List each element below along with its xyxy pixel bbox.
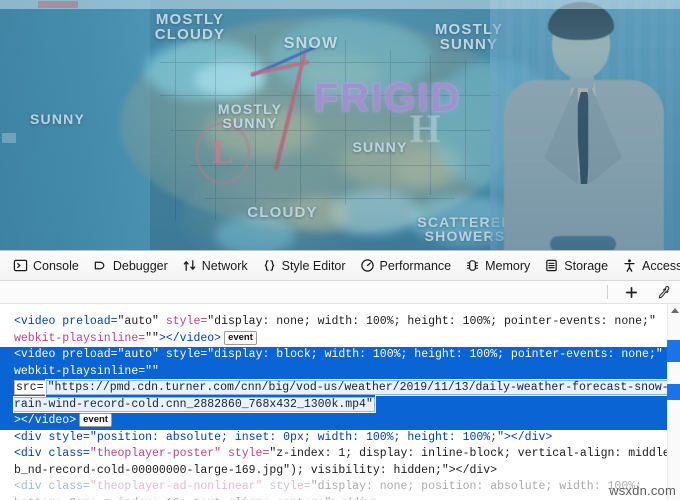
scroll-up-arrow-icon[interactable]: [671, 308, 679, 313]
code-value: "auto": [117, 348, 159, 361]
weather-label-sunny-west: SUNNY: [29, 111, 85, 127]
code-value: "auto": [117, 315, 159, 328]
devtools-toolbar: Console Debugger Network Style Editor Pe…: [0, 251, 680, 281]
src-attribute-value-editor[interactable]: "https://pmd.cdn.turner.com/cnn/big/vod-…: [13, 379, 670, 413]
src-attribute-name[interactable]: src=: [14, 380, 46, 395]
weather-presenter: [490, 0, 680, 250]
scroll-highlight-mark: [667, 384, 680, 400]
weather-label-mostly-cloudy: MOSTLY CLOUDY: [154, 11, 226, 44]
broadcast-logo-tab: [38, 1, 78, 8]
performance-icon: [360, 258, 375, 273]
code-attr: webkit-playsinline=: [14, 364, 146, 378]
text-caret: [374, 396, 376, 408]
tab-label: Performance: [379, 258, 452, 273]
markup-subtoolbar: [0, 281, 680, 304]
map-low-pressure-marker: L: [196, 122, 250, 184]
browser-window: L H MOSTLY CLOUDY SNOW MOSTLY SUNNY MOST…: [0, 0, 680, 500]
code-attr: webkit-playsinline=: [14, 331, 146, 345]
code-row-div-absolute[interactable]: <div style="position: absolute; inset: 0…: [0, 430, 680, 447]
event-badge[interactable]: event: [224, 330, 257, 345]
code-text: <div style="position: absolute; inset: 0…: [14, 430, 553, 444]
toolbar-divider: [607, 285, 608, 299]
tab-label: Console: [33, 258, 79, 273]
code-tag: ></video>: [158, 331, 222, 345]
tab-debugger[interactable]: Debugger: [86, 252, 175, 280]
code-row-video-selected[interactable]: <video preload="auto" style="display: bl…: [0, 347, 680, 430]
markup-vertical-scrollbar[interactable]: [667, 304, 680, 500]
weather-video-player[interactable]: L H MOSTLY CLOUDY SNOW MOSTLY SUNNY MOST…: [0, 0, 680, 250]
devtools-panel: Console Debugger Network Style Editor Pe…: [0, 250, 680, 500]
code-value: "": [145, 364, 159, 378]
code-value: "display: block; width: 100%; height: 10…: [207, 348, 663, 361]
tab-label: Style Editor: [281, 258, 346, 273]
code-value: "": [145, 331, 159, 345]
tab-label: Network: [201, 258, 248, 273]
broadcast-top-bar: [0, 0, 680, 9]
debugger-icon: [93, 258, 108, 273]
code-attr: style=: [221, 447, 270, 460]
tab-label: Storage: [564, 258, 609, 273]
tab-accessibility[interactable]: Access: [615, 252, 680, 280]
accessibility-icon: [622, 258, 637, 273]
eyedropper-icon: [658, 285, 669, 298]
watermark: wsxdn.com: [609, 483, 676, 498]
weather-label-mostly-sunny-west: MOSTLY SUNNY: [217, 101, 283, 132]
tab-label: Memory: [485, 258, 531, 273]
code-row[interactable]: <video preload="auto" style="display: no…: [0, 305, 680, 314]
presenter-hands: [550, 236, 616, 250]
add-node-button[interactable]: [622, 283, 640, 301]
eyedropper-button[interactable]: [654, 283, 672, 301]
code-tag: <video preload=: [14, 315, 118, 328]
scroll-highlight-mark: [667, 340, 680, 362]
code-attr: style=: [262, 480, 311, 493]
tab-label: Access: [642, 258, 680, 273]
code-attr: "theoplayer-poster": [89, 447, 222, 460]
tab-storage[interactable]: Storage: [537, 252, 615, 280]
code-row-theoplayer-poster[interactable]: <div class="theoplayer-poster" style="z-…: [0, 446, 680, 479]
code-attr: style=: [158, 315, 208, 328]
weather-label-sunny-southeast: SUNNY: [352, 139, 408, 155]
style-editor-icon: [262, 258, 277, 273]
code-row-theoplayer-ad-nonlinear[interactable]: <div class="theoplayer-ad-nonlinear" sty…: [0, 479, 680, 500]
code-tag: ></video>: [14, 414, 77, 427]
weather-label-frigid: FRIGID: [313, 76, 462, 120]
tab-style-editor[interactable]: Style Editor: [255, 252, 353, 280]
code-tag: <div class=: [14, 447, 90, 460]
code-value: "display: none; width: 100%; height: 100…: [207, 315, 656, 328]
tab-console[interactable]: Console: [6, 252, 86, 280]
event-badge[interactable]: event: [79, 413, 112, 427]
memory-icon: [465, 258, 480, 273]
broadcast-left-tab: [2, 133, 16, 143]
markup-tree-view[interactable]: <video preload="auto" style="display: no…: [0, 304, 680, 500]
code-attr: style=: [158, 348, 208, 361]
network-icon: [182, 258, 197, 273]
tab-memory[interactable]: Memory: [458, 252, 537, 280]
plus-icon: [625, 286, 637, 298]
console-icon: [13, 258, 28, 273]
code-row-video-hidden[interactable]: <video preload="auto" style="display: no…: [0, 314, 680, 347]
storage-icon: [544, 258, 559, 273]
code-tag: <video preload=: [14, 348, 118, 361]
code-tag: <div class=: [14, 480, 90, 493]
tab-label: Debugger: [112, 258, 168, 273]
code-attr: "theoplayer-ad-nonlinear": [89, 480, 263, 493]
tab-performance[interactable]: Performance: [353, 252, 459, 280]
tab-network[interactable]: Network: [175, 252, 255, 280]
weather-label-snow: SNOW: [283, 35, 339, 52]
weather-label-cloudy: CLOUDY: [247, 204, 318, 221]
